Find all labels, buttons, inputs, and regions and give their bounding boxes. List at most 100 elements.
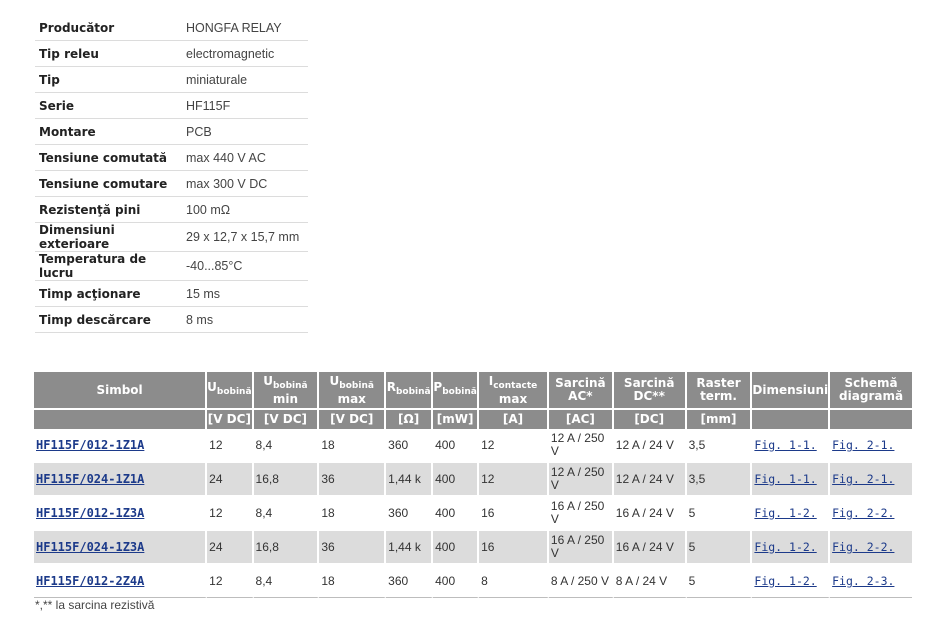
- sarcina-dc-cell: 16 A / 24 V: [613, 497, 687, 531]
- schema-link[interactable]: Fig. 2-3.: [830, 565, 912, 598]
- col-u-max-sub: bobină: [339, 380, 374, 391]
- dimensiuni-link[interactable]: Fig. 1-2.: [752, 531, 831, 565]
- symbol-link[interactable]: HF115F/024-1Z1A: [34, 463, 208, 497]
- unit-cell: [Ω]: [386, 408, 434, 429]
- i-contacte-cell: 16: [479, 497, 549, 531]
- p-bobina-cell: 400: [433, 463, 480, 497]
- specifications-table: Producător HONGFA RELAY Tip releu electroma…: [35, 15, 308, 333]
- sarcina-ac-cell: 8 A / 250 V: [548, 565, 614, 598]
- spec-key: Dimensiuni exterioare: [35, 222, 182, 252]
- col-r-sub: bobină: [395, 387, 431, 397]
- spec-key: Tip: [35, 66, 182, 93]
- spec-value: HONGFA RELAY: [182, 15, 308, 41]
- sarcina-ac-cell: 12 A / 250 V: [548, 429, 614, 463]
- spec-key: Timp descărcare: [35, 306, 182, 333]
- symbol-link[interactable]: HF115F/012-1Z3A: [34, 497, 208, 531]
- sarcina-ac-cell: 16 A / 250 V: [548, 531, 614, 565]
- dimensiuni-link[interactable]: Fig. 1-2.: [752, 497, 831, 531]
- col-u-max-suffix: max: [337, 391, 366, 406]
- u-min-cell: 16,8: [253, 531, 320, 565]
- raster-cell: 5: [686, 565, 753, 598]
- spec-row: Producător HONGFA RELAY: [35, 15, 308, 41]
- sarcina-ac-cell: 12 A / 250 V: [548, 463, 614, 497]
- products-body: HF115F/012-1Z1A 12 8,4 18 360 400 12 12 A / 250…: [34, 429, 912, 598]
- r-bobina-cell: 360: [386, 565, 434, 598]
- spec-value: 29 x 12,7 x 15,7 mm: [182, 222, 308, 252]
- p-bobina-cell: 400: [433, 565, 480, 598]
- spec-key: Montare: [35, 118, 182, 145]
- sarcina-ac-cell: 16 A / 250 V: [548, 497, 614, 531]
- col-r-bobina: Rbobină: [386, 372, 434, 408]
- raster-cell: 5: [686, 497, 753, 531]
- p-bobina-cell: 400: [433, 429, 480, 463]
- col-i-sub: contacte: [493, 380, 538, 391]
- col-u-max-main: U: [329, 373, 340, 388]
- symbol-link[interactable]: HF115F/024-1Z3A: [34, 531, 208, 565]
- spec-row: Tip miniaturale: [35, 66, 308, 93]
- u-min-cell: 16,8: [253, 463, 320, 497]
- col-simbol: Simbol: [34, 372, 208, 408]
- dimensiuni-link[interactable]: Fig. 1-1.: [752, 463, 831, 497]
- spec-row: Temperatura de lucru -40...85°C: [35, 251, 308, 281]
- spec-row: Serie HF115F: [35, 92, 308, 119]
- col-u-min-sub: bobină: [272, 380, 308, 391]
- spec-key: Temperatura de lucru: [35, 251, 182, 281]
- spec-key: Timp acţionare: [35, 280, 182, 307]
- table-row: HF115F/024-1Z3A 24 16,8 36 1,44 k 400 16 16 A /…: [34, 531, 912, 565]
- raster-cell: 5: [686, 531, 753, 565]
- u-min-cell: 8,4: [253, 497, 320, 531]
- col-sarcina-dc: Sarcină DC**: [613, 372, 687, 408]
- col-i-contacte-max: Icontacte max: [479, 372, 549, 408]
- p-bobina-cell: 400: [433, 531, 480, 565]
- schema-link[interactable]: Fig. 2-2.: [830, 531, 912, 565]
- i-contacte-cell: 12: [479, 463, 549, 497]
- unit-cell: [mW]: [433, 408, 480, 429]
- spec-value: PCB: [182, 118, 308, 145]
- schema-link[interactable]: Fig. 2-1.: [830, 429, 912, 463]
- sarcina-dc-cell: 12 A / 24 V: [613, 429, 687, 463]
- schema-link[interactable]: Fig. 2-1.: [830, 463, 912, 497]
- table-row: HF115F/024-1Z1A 24 16,8 36 1,44 k 400 12 12 A /…: [34, 463, 912, 497]
- u-bobina-cell: 24: [207, 531, 254, 565]
- spec-row: Rezistenţă pini 100 mΩ: [35, 196, 308, 223]
- schema-link[interactable]: Fig. 2-2.: [830, 497, 912, 531]
- symbol-link[interactable]: HF115F/012-2Z4A: [34, 565, 208, 598]
- spec-value: electromagnetic: [182, 40, 308, 67]
- spec-value: HF115F: [182, 92, 308, 119]
- col-dimensiuni: Dimensiuni: [752, 372, 831, 408]
- unit-cell: [V DC]: [253, 408, 320, 429]
- u-max-cell: 18: [319, 497, 387, 531]
- table-row: HF115F/012-2Z4A 12 8,4 18 360 400 8 8 A / 250 V…: [34, 565, 912, 598]
- u-bobina-cell: 12: [207, 429, 254, 463]
- units-row: [V DC] [V DC] [V DC] [Ω] [mW] [A] [AC] [DC] [mm]: [34, 408, 912, 429]
- col-u-bobina: Ubobină: [207, 372, 254, 408]
- spec-row: Tensiune comutare max 300 V DC: [35, 170, 308, 197]
- spec-value: 100 mΩ: [182, 196, 308, 223]
- unit-cell: [752, 408, 831, 429]
- i-contacte-cell: 8: [479, 565, 549, 598]
- col-u-min-main: U: [263, 373, 273, 388]
- col-i-suffix: max: [498, 391, 528, 406]
- p-bobina-cell: 400: [433, 497, 480, 531]
- symbol-link[interactable]: HF115F/012-1Z1A: [34, 429, 208, 463]
- unit-cell: [V DC]: [207, 408, 254, 429]
- unit-cell: [mm]: [686, 408, 753, 429]
- col-p-main: P: [433, 380, 443, 394]
- spec-row: Tensiune comutată max 440 V AC: [35, 144, 308, 171]
- dimensiuni-link[interactable]: Fig. 1-2.: [752, 565, 831, 598]
- sarcina-dc-cell: 16 A / 24 V: [613, 531, 687, 565]
- col-u-bobina-sub: bobină: [216, 387, 252, 397]
- spec-key: Tensiune comutare: [35, 170, 182, 197]
- spec-row: Tip releu electromagnetic: [35, 40, 308, 67]
- col-u-bobina-max: Ubobină max: [319, 372, 387, 408]
- unit-cell: [A]: [479, 408, 549, 429]
- col-p-bobina: Pbobină: [433, 372, 480, 408]
- col-sarcina-ac: Sarcină AC*: [548, 372, 614, 408]
- footnote: *,** la sarcina rezistivă: [35, 598, 155, 612]
- table-row: HF115F/012-1Z1A 12 8,4 18 360 400 12 12 A / 250…: [34, 429, 912, 463]
- unit-cell: [DC]: [613, 408, 687, 429]
- dimensiuni-link[interactable]: Fig. 1-1.: [752, 429, 831, 463]
- col-u-bobina-main: U: [207, 380, 217, 394]
- spec-value: max 300 V DC: [182, 170, 308, 197]
- spec-row: Dimensiuni exterioare 29 x 12,7 x 15,7 mm: [35, 222, 308, 252]
